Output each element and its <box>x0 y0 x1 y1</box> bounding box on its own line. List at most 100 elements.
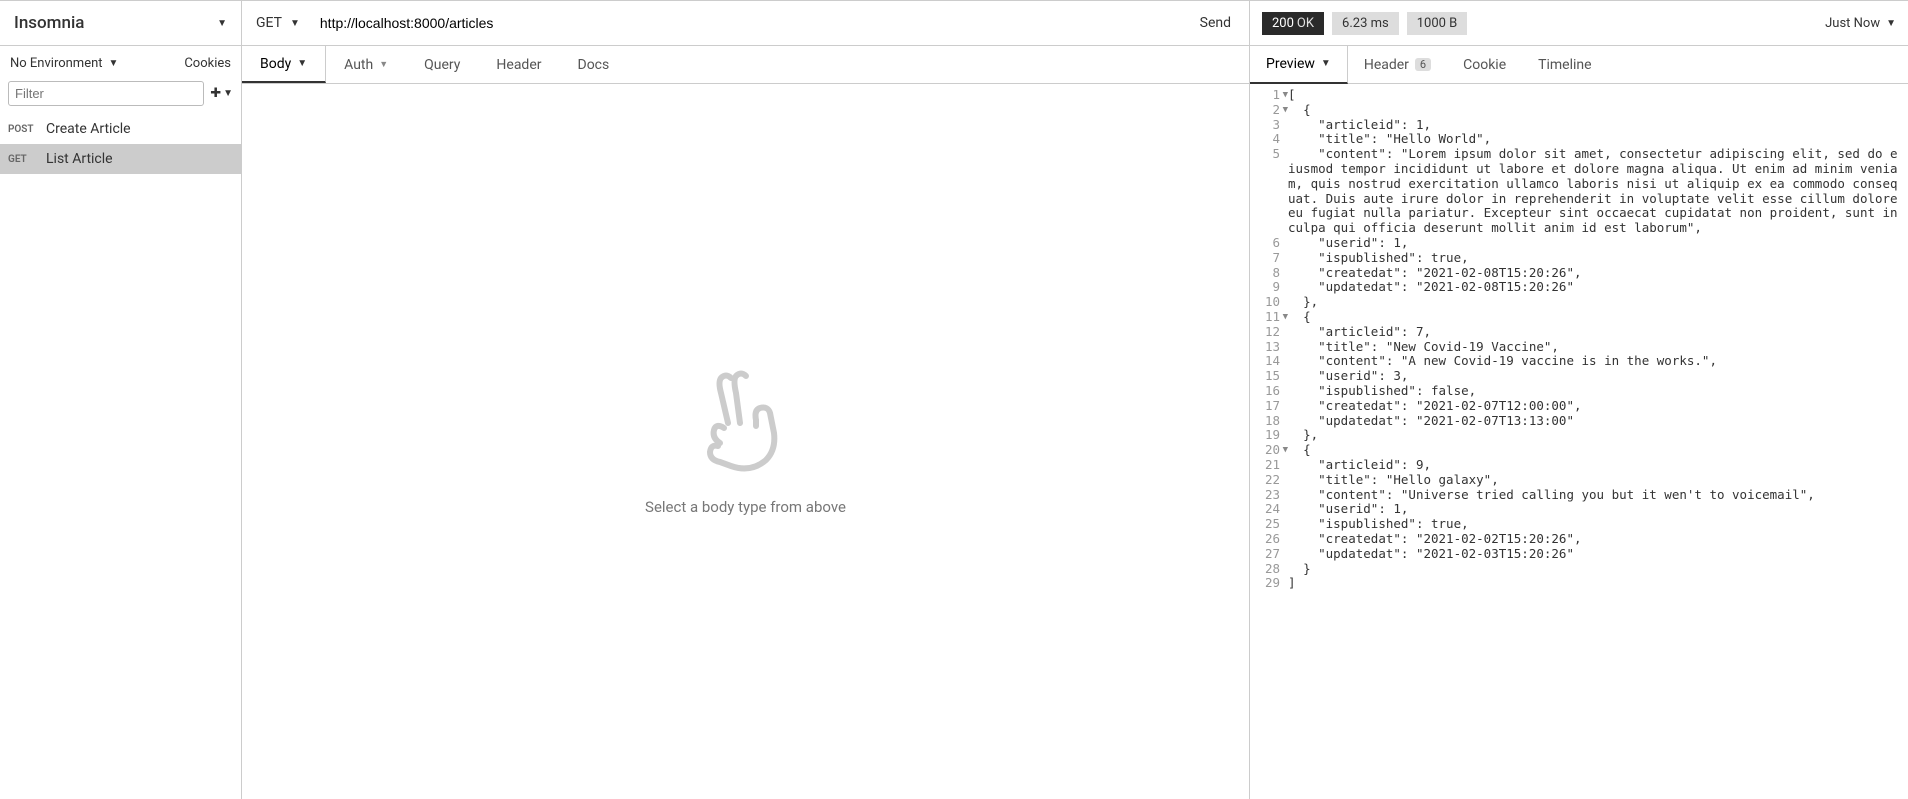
code-line: 19 }, <box>1250 428 1908 443</box>
code-text: "updatedat": "2021-02-08T15:20:26" <box>1288 280 1908 295</box>
request-name: List Article <box>46 151 113 167</box>
code-text: { <box>1288 443 1908 458</box>
response-status-bar: 200OK 6.23 ms 1000 B Just Now ▼ <box>1250 0 1908 46</box>
tab-header[interactable]: Header <box>478 46 559 83</box>
request-item-create-article[interactable]: POST Create Article <box>0 114 241 144</box>
line-number: 26 <box>1250 532 1288 547</box>
code-line: 5 "content": "Lorem ipsum dolor sit amet… <box>1250 147 1908 236</box>
response-pane: 200OK 6.23 ms 1000 B Just Now ▼ Preview … <box>1250 0 1908 799</box>
line-number: 29 <box>1250 576 1288 591</box>
tab-docs[interactable]: Docs <box>560 46 628 83</box>
code-text: "updatedat": "2021-02-07T13:13:00" <box>1288 414 1908 429</box>
request-method: GET <box>8 154 36 165</box>
request-tabs: Body ▼ Auth ▼ Query Header Docs <box>242 46 1249 84</box>
line-number: 21 <box>1250 458 1288 473</box>
line-number: 16 <box>1250 384 1288 399</box>
line-number: 4 <box>1250 132 1288 147</box>
code-line: 21 "articleid": 9, <box>1250 458 1908 473</box>
code-line: 24 "userid": 1, <box>1250 502 1908 517</box>
tab-timeline[interactable]: Timeline <box>1522 47 1607 83</box>
line-number: 10 <box>1250 295 1288 310</box>
line-number: 2▼ <box>1250 103 1288 118</box>
caret-down-icon: ▼ <box>223 88 233 99</box>
cookies-button[interactable]: Cookies <box>184 56 231 71</box>
tab-label: Header <box>1364 57 1409 73</box>
body-placeholder-text: Select a body type from above <box>645 498 846 516</box>
line-number: 11▼ <box>1250 310 1288 325</box>
code-text: "title": "Hello galaxy", <box>1288 473 1908 488</box>
method-selector[interactable]: GET ▼ <box>242 1 314 45</box>
code-text: "ispublished": true, <box>1288 251 1908 266</box>
line-number: 18 <box>1250 414 1288 429</box>
environment-label: No Environment <box>10 56 103 71</box>
size-badge: 1000 B <box>1407 12 1468 35</box>
code-text: } <box>1288 562 1908 577</box>
code-text: [ <box>1288 88 1908 103</box>
add-request-button[interactable]: ✚ ▼ <box>210 86 233 101</box>
caret-down-icon: ▼ <box>297 58 307 69</box>
fold-icon[interactable]: ▼ <box>1283 88 1288 103</box>
code-line: 17 "createdat": "2021-02-07T12:00:00", <box>1250 399 1908 414</box>
code-text: "ispublished": false, <box>1288 384 1908 399</box>
code-line: 28 } <box>1250 562 1908 577</box>
line-number: 27 <box>1250 547 1288 562</box>
code-text: }, <box>1288 428 1908 443</box>
caret-down-icon: ▼ <box>1886 18 1896 29</box>
tab-query[interactable]: Query <box>406 46 478 83</box>
tab-label: Body <box>260 56 291 72</box>
line-number: 22 <box>1250 473 1288 488</box>
code-text: ] <box>1288 576 1908 591</box>
line-number: 28 <box>1250 562 1288 577</box>
code-line: 3 "articleid": 1, <box>1250 118 1908 133</box>
code-text: "createdat": "2021-02-08T15:20:26", <box>1288 266 1908 281</box>
line-number: 6 <box>1250 236 1288 251</box>
code-text: "ispublished": true, <box>1288 517 1908 532</box>
code-line: 10 }, <box>1250 295 1908 310</box>
line-number: 8 <box>1250 266 1288 281</box>
code-text: "userid": 3, <box>1288 369 1908 384</box>
filter-input[interactable] <box>8 81 204 106</box>
code-text: "content": "A new Covid-19 vaccine is in… <box>1288 354 1908 369</box>
tab-body[interactable]: Body ▼ <box>242 46 326 83</box>
environment-selector[interactable]: No Environment ▼ <box>10 56 118 71</box>
line-number: 9 <box>1250 280 1288 295</box>
send-button[interactable]: Send <box>1182 1 1249 45</box>
response-body[interactable]: 1▼[2▼ {3 "articleid": 1,4 "title": "Hell… <box>1250 84 1908 799</box>
sidebar: Insomnia ▼ No Environment ▼ Cookies ✚ ▼ … <box>0 0 242 799</box>
fold-icon[interactable]: ▼ <box>1283 103 1288 118</box>
request-item-list-article[interactable]: GET List Article <box>0 144 241 174</box>
caret-down-icon: ▼ <box>290 18 300 29</box>
line-number: 15 <box>1250 369 1288 384</box>
code-line: 6 "userid": 1, <box>1250 236 1908 251</box>
code-text: "content": "Lorem ipsum dolor sit amet, … <box>1288 147 1908 236</box>
code-line: 7 "ispublished": true, <box>1250 251 1908 266</box>
tab-auth[interactable]: Auth ▼ <box>326 46 406 83</box>
tab-cookie[interactable]: Cookie <box>1447 47 1522 83</box>
workspace-selector[interactable]: Insomnia ▼ <box>0 0 241 46</box>
request-list: POST Create Article GET List Article <box>0 114 241 799</box>
code-line: 9 "updatedat": "2021-02-08T15:20:26" <box>1250 280 1908 295</box>
code-text: "articleid": 1, <box>1288 118 1908 133</box>
code-line: 22 "title": "Hello galaxy", <box>1250 473 1908 488</box>
tab-preview[interactable]: Preview ▼ <box>1250 46 1348 84</box>
code-line: 25 "ispublished": true, <box>1250 517 1908 532</box>
history-selector[interactable]: Just Now ▼ <box>1825 16 1896 31</box>
code-line: 18 "updatedat": "2021-02-07T13:13:00" <box>1250 414 1908 429</box>
time-badge: 6.23 ms <box>1332 12 1399 35</box>
line-number: 19 <box>1250 428 1288 443</box>
code-line: 2▼ { <box>1250 103 1908 118</box>
line-number: 1▼ <box>1250 88 1288 103</box>
code-text: }, <box>1288 295 1908 310</box>
timestamp-label: Just Now <box>1825 16 1880 31</box>
caret-down-icon: ▼ <box>217 18 227 29</box>
header-count-badge: 6 <box>1415 58 1431 71</box>
fold-icon[interactable]: ▼ <box>1283 310 1288 325</box>
fold-icon[interactable]: ▼ <box>1283 443 1288 458</box>
tab-response-header[interactable]: Header 6 <box>1348 47 1447 83</box>
request-method: POST <box>8 124 36 135</box>
code-text: "createdat": "2021-02-07T12:00:00", <box>1288 399 1908 414</box>
workspace-title: Insomnia <box>14 13 84 33</box>
code-text: "updatedat": "2021-02-03T15:20:26" <box>1288 547 1908 562</box>
line-number: 20▼ <box>1250 443 1288 458</box>
url-input[interactable] <box>314 15 1182 31</box>
